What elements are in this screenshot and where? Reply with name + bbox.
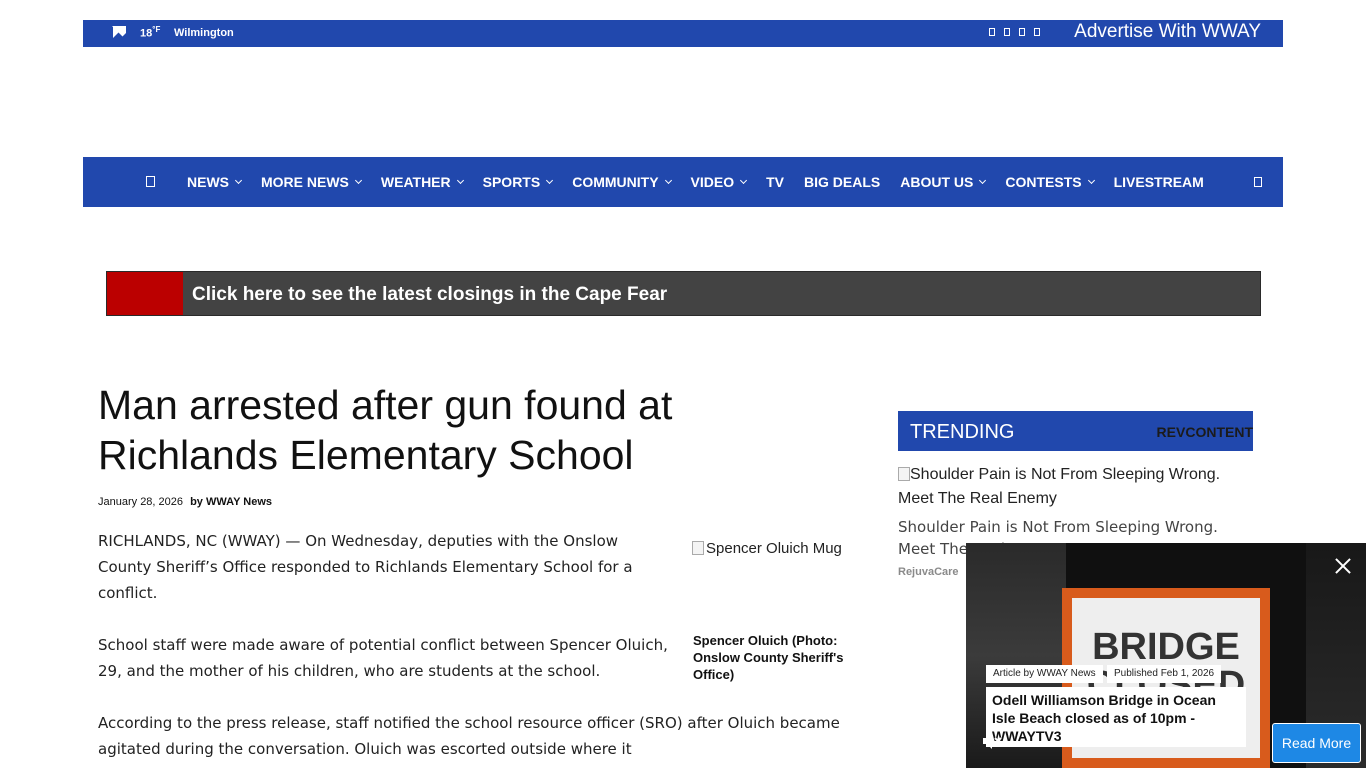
instagram-icon[interactable] [1019,28,1025,36]
broken-image-icon [898,467,910,481]
social-links [989,28,1040,36]
nav-item-community[interactable]: COMMUNITY [572,174,672,190]
twitter-icon[interactable] [1004,28,1010,36]
weather-icon [112,26,126,40]
nav-item-sports[interactable]: SPORTS [483,174,554,190]
trending-header: TRENDING REVCONTENT [898,411,1253,451]
chevron-down-icon [456,176,464,184]
image-caption: Spencer Oluich (Photo: Onslow County She… [693,633,844,682]
read-more-button[interactable]: Read More [1272,723,1361,763]
mute-icon[interactable] [980,729,1004,753]
broken-image-icon [692,541,704,555]
trending-label: TRENDING [910,421,1015,443]
search-icon[interactable] [1254,177,1262,187]
temperature: 18°F [140,25,161,40]
chevron-down-icon [740,176,748,184]
home-icon[interactable] [146,176,155,187]
closings-accent [107,272,183,315]
nav-item-video[interactable]: VIDEO [691,174,748,190]
facebook-icon[interactable] [989,28,995,36]
nav-item-about-us[interactable]: ABOUT US [900,174,987,190]
article-headline: Man arrested after gun found at Richland… [98,382,673,478]
article-paragraph: School staff were made aware of potentia… [98,636,668,680]
closings-banner[interactable]: Click here to see the latest closings in… [106,271,1261,316]
article-date: January 28, 2026 [98,496,184,508]
chevron-down-icon [664,176,672,184]
video-author-tag: Article by WWAY News [986,665,1103,683]
sign-text: BRIDGE [1092,626,1240,668]
nav-item-news[interactable]: NEWS [187,174,243,190]
trending-item-image[interactable]: Shoulder Pain is Not From Sleeping Wrong… [898,463,1238,511]
chevron-down-icon [546,176,554,184]
chevron-down-icon [234,176,243,184]
trending-item-source: RejuvaCare [898,566,959,578]
advertise-link[interactable]: Advertise With WWAY [1074,21,1261,43]
article-byline[interactable]: by WWAY News [190,496,272,508]
main-nav: NEWS MORE NEWS WEATHER SPORTS COMMUNITY … [83,157,1283,207]
video-title[interactable]: Odell Williamson Bridge in Ocean Isle Be… [986,687,1246,747]
nav-item-weather[interactable]: WEATHER [381,174,464,190]
mugshot-image: Spencer Oluich Mug [692,540,842,557]
youtube-icon[interactable] [1034,28,1040,36]
city-name: Wilmington [174,27,234,39]
chevron-down-icon [979,176,987,184]
close-icon[interactable] [1334,557,1352,575]
nav-item-contests[interactable]: CONTESTS [1005,174,1095,190]
chevron-down-icon [354,176,362,184]
top-bar: 18°F Wilmington Advertise With WWAY [83,20,1283,47]
nav-item-big-deals[interactable]: BIG DEALS [804,174,880,190]
nav-item-tv[interactable]: TV [766,174,784,190]
nav-item-more-news[interactable]: MORE NEWS [261,174,362,190]
revcontent-logo[interactable]: REVCONTENT [1157,424,1253,440]
video-published-tag: Published Feb 1, 2026 [1107,665,1222,683]
chevron-down-icon [1087,176,1095,184]
article-paragraph: According to the press release, staff no… [98,714,840,758]
article-meta: January 28, 2026 by WWAY News [98,496,272,508]
closings-link[interactable]: Click here to see the latest closings in… [192,284,667,306]
nav-items: NEWS MORE NEWS WEATHER SPORTS COMMUNITY … [187,157,1224,207]
nav-item-livestream[interactable]: LIVESTREAM [1114,174,1204,190]
article-paragraph: RICHLANDS, NC (WWAY) — On Wednesday, dep… [98,532,633,602]
